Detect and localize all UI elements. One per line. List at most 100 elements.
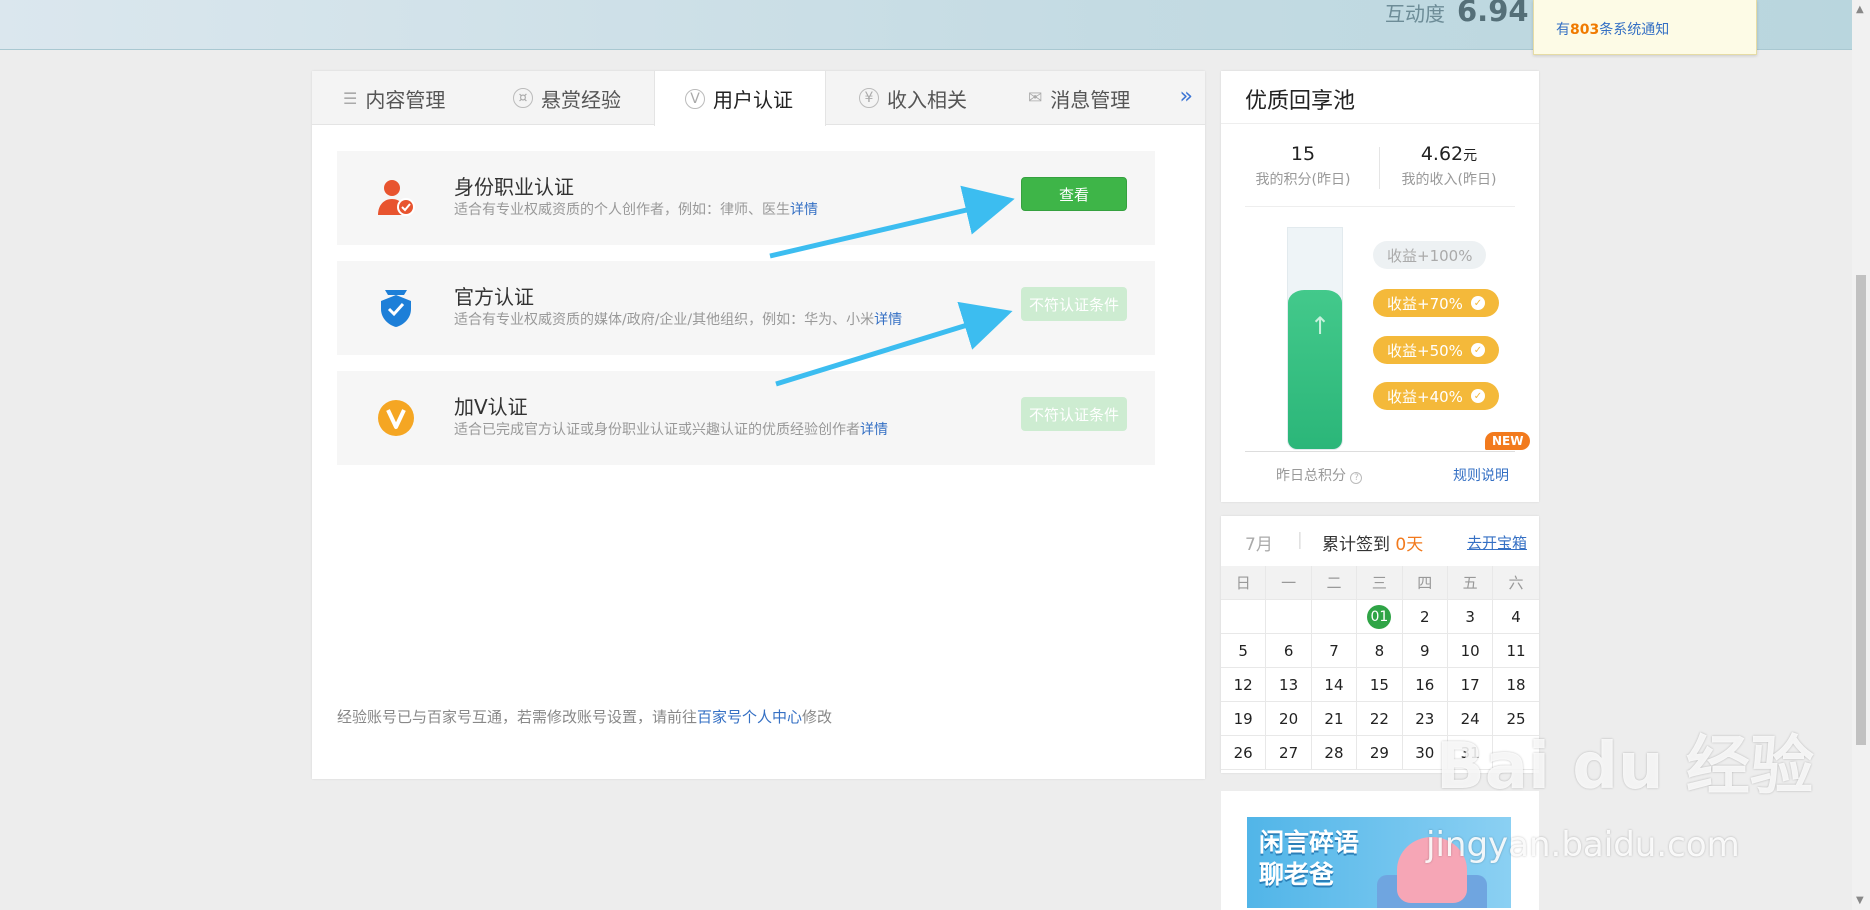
pool-tube: ↑ — [1287, 227, 1343, 450]
calendar-empty-cell — [1221, 600, 1267, 634]
calendar-day: 12 — [1221, 668, 1267, 702]
calendar-day: 15 — [1357, 668, 1403, 702]
not-eligible-button[interactable]: 不符认证条件 — [1021, 397, 1127, 431]
checkin-count: 累计签到 0天 — [1322, 535, 1424, 555]
calendar-day: 16 — [1402, 668, 1448, 702]
calendar-day: 8 — [1357, 634, 1403, 668]
divider — [1245, 206, 1515, 207]
interaction-score: 互动度 6.94 — [1385, 0, 1529, 28]
calendar-day: 26 — [1221, 736, 1267, 770]
card-title: 加V认证 — [454, 395, 528, 419]
calendar-empty-cell — [1311, 600, 1358, 634]
tab-bar: ☰ 内容管理 ¤ 悬赏经验 V 用户认证 ¥ 收入相关 ✉ 消息管理 » — [312, 71, 1205, 126]
view-button[interactable]: 查看 — [1021, 177, 1127, 211]
total-points-label: 昨日总积分 ? — [1276, 465, 1363, 485]
weekday-header: 三 — [1357, 566, 1403, 600]
baseline — [1245, 451, 1515, 452]
calendar-day: 11 — [1493, 634, 1539, 668]
calendar-day: 9 — [1402, 634, 1448, 668]
weekday-header: 一 — [1266, 566, 1312, 600]
banner-text: 闲言碎语 聊老爸 — [1259, 828, 1360, 889]
tier-70: 收益+70% ✓ — [1373, 289, 1499, 317]
calendar-day: 17 — [1447, 668, 1494, 702]
tab-messages[interactable]: ✉ 消息管理 — [1028, 71, 1130, 125]
tier-50: 收益+50% ✓ — [1373, 336, 1499, 364]
watermark-url: jingyan.baidu.com — [1426, 825, 1740, 865]
tab-user-verification[interactable]: V 用户认证 — [654, 71, 826, 126]
baidu-watermark: Bai du 经验 — [1436, 730, 1814, 804]
tab-more-button[interactable]: » — [1180, 84, 1193, 109]
reward-icon: ¤ — [513, 88, 533, 108]
pool-title: 优质回享池 — [1221, 71, 1539, 124]
page-scrollbar[interactable]: ▲ ▼ — [1852, 0, 1870, 910]
details-link[interactable]: 详情 — [860, 422, 888, 438]
calendar-separator: | — [1297, 530, 1303, 550]
v-icon — [378, 400, 414, 436]
list-icon: ☰ — [343, 88, 358, 108]
rules-link[interactable]: 规则说明 — [1453, 465, 1509, 485]
calendar-day: 19 — [1221, 702, 1267, 736]
account-footer-note: 经验账号已与百家号互通，若需修改账号设置，请前往百家号个人中心修改 — [337, 708, 833, 726]
yesterday-income: 4.62元 我的收入(昨日) — [1401, 143, 1497, 188]
calendar-day: 3 — [1447, 600, 1494, 634]
weekday-header: 六 — [1493, 566, 1539, 600]
quality-pool-panel: 优质回享池 15 我的积分(昨日) 4.62元 我的收入(昨日) ↑ 收益+10… — [1221, 71, 1539, 502]
scroll-down-icon[interactable]: ▼ — [1856, 895, 1864, 906]
weekday-header: 日 — [1221, 566, 1267, 600]
weekday-header: 五 — [1447, 566, 1494, 600]
calendar-day: 28 — [1311, 736, 1358, 770]
tier-40: 收益+40% ✓ — [1373, 382, 1499, 410]
details-link[interactable]: 详情 — [790, 202, 818, 218]
details-link[interactable]: 详情 — [874, 312, 902, 328]
calendar-empty-cell — [1266, 600, 1312, 634]
shield-check-icon — [381, 290, 411, 327]
card-desc: 适合已完成官方认证或身份职业认证或兴趣认证的优质经验创作者详情 — [454, 422, 888, 438]
calendar-day: 21 — [1311, 702, 1358, 736]
check-icon: ✓ — [1470, 343, 1485, 357]
calendar-day: 27 — [1266, 736, 1312, 770]
main-panel: ☰ 内容管理 ¤ 悬赏经验 V 用户认证 ¥ 收入相关 ✉ 消息管理 » 身份职… — [312, 71, 1205, 779]
calendar-day: 2 — [1402, 600, 1448, 634]
scroll-up-icon[interactable]: ▲ — [1856, 4, 1864, 15]
weekday-header: 二 — [1311, 566, 1358, 600]
calendar-header: 7月 | 累计签到 0天 去开宝箱 — [1221, 516, 1539, 566]
tab-reward[interactable]: ¤ 悬赏经验 — [513, 71, 621, 125]
tab-content-management[interactable]: ☰ 内容管理 — [343, 71, 445, 125]
card-desc: 适合有专业权威资质的媒体/政府/企业/其他组织，例如：华为、小米详情 — [454, 312, 903, 328]
mail-icon: ✉ — [1028, 88, 1043, 108]
card-title: 身份职业认证 — [454, 175, 574, 199]
weekday-header: 四 — [1402, 566, 1448, 600]
calendar-day: 18 — [1493, 668, 1539, 702]
calendar-day: 7 — [1311, 634, 1358, 668]
yen-icon: ¥ — [859, 88, 879, 108]
check-icon: ✓ — [1470, 296, 1485, 310]
calendar-day: 29 — [1357, 736, 1403, 770]
person-check-icon — [378, 180, 415, 216]
card-title: 官方认证 — [454, 285, 534, 309]
new-badge: NEW — [1485, 432, 1531, 450]
calendar-day: 5 — [1221, 634, 1267, 668]
calendar-day: 22 — [1357, 702, 1403, 736]
yesterday-points: 15 我的积分(昨日) — [1255, 143, 1351, 188]
calendar-day: 4 — [1493, 600, 1539, 634]
today-marker: 01 — [1367, 604, 1392, 629]
card-v-verification: 加V认证 适合已完成官方认证或身份职业认证或兴趣认证的优质经验创作者详情 不符认… — [337, 371, 1155, 465]
calendar-day: 14 — [1311, 668, 1358, 702]
help-icon[interactable]: ? — [1350, 472, 1363, 484]
scroll-thumb[interactable] — [1856, 275, 1866, 745]
calendar-day: 6 — [1266, 634, 1312, 668]
card-identity-verification: 身份职业认证 适合有专业权威资质的个人创作者，例如：律师、医生详情 查看 — [337, 151, 1155, 245]
not-eligible-button[interactable]: 不符认证条件 — [1021, 287, 1127, 321]
calendar-day: 20 — [1266, 702, 1312, 736]
open-treasure-link[interactable]: 去开宝箱 — [1467, 532, 1527, 553]
arrow-up-icon: ↑ — [1310, 312, 1331, 340]
calendar-day-today: 01 — [1357, 600, 1403, 634]
card-desc: 适合有专业权威资质的个人创作者，例如：律师、医生详情 — [454, 202, 818, 218]
card-official-verification: 官方认证 适合有专业权威资质的媒体/政府/企业/其他组织，例如：华为、小米详情 … — [337, 261, 1155, 355]
baijiahao-center-link[interactable]: 百家号个人中心 — [697, 708, 802, 726]
system-notice[interactable]: 有803条系统通知 — [1533, 0, 1757, 55]
check-icon: ✓ — [1470, 389, 1485, 403]
calendar-month: 7月 — [1245, 535, 1273, 555]
v-badge-icon: V — [685, 88, 705, 109]
tab-income[interactable]: ¥ 收入相关 — [859, 71, 967, 125]
